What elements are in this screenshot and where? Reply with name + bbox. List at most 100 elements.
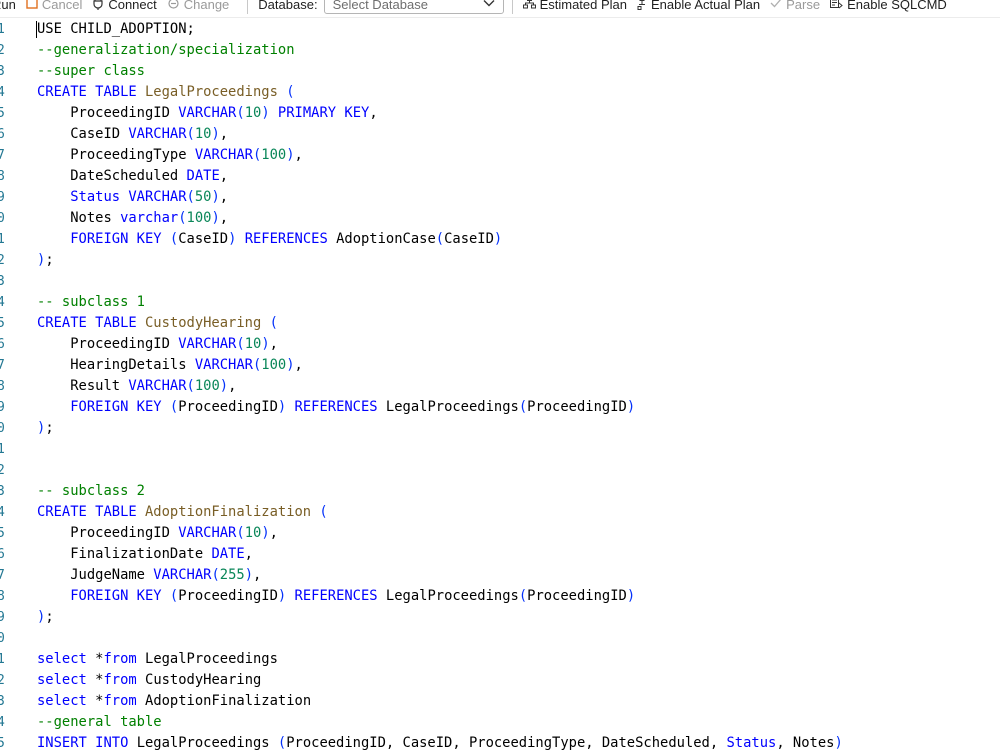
- code-token: ProceedingID: [527, 399, 627, 415]
- code-token: (: [236, 525, 245, 541]
- code-token: ): [261, 336, 270, 352]
- code-token: ,: [219, 189, 229, 205]
- code-token: -- subclass 2: [37, 483, 145, 499]
- code-token: VARCHAR: [128, 126, 187, 142]
- run-button[interactable]: Run: [0, 0, 16, 12]
- code-line[interactable]: 6 FinalizationDate DATE,: [0, 544, 1000, 565]
- line-number: 5: [0, 526, 5, 541]
- code-line[interactable]: 3 select *from AdoptionFinalization: [0, 691, 1000, 712]
- code-token: AdoptionFinalization: [144, 504, 320, 520]
- code-line[interactable]: 5 ProceedingID VARCHAR(10) PRIMARY KEY,: [0, 103, 1000, 124]
- code-line[interactable]: 3 --super class: [0, 61, 1000, 82]
- code-token: ProceedingID: [37, 336, 179, 352]
- connect-button[interactable]: Connect: [92, 0, 157, 12]
- line-number: 4: [0, 505, 5, 520]
- code-token: ): [261, 105, 270, 121]
- code-token: ;: [45, 420, 54, 436]
- code-line[interactable]: 1 USE CHILD_ADOPTION;: [0, 19, 1000, 40]
- code-text: );: [37, 250, 54, 271]
- code-token: (: [169, 399, 179, 415]
- code-token: LegalProceedings: [385, 399, 519, 415]
- plug-icon: [92, 0, 104, 12]
- code-token: HearingDetails: [37, 357, 195, 373]
- code-line[interactable]: 3 -- subclass 2: [0, 481, 1000, 502]
- code-line[interactable]: 6 CaseID VARCHAR(10),: [0, 124, 1000, 145]
- code-token: LegalProceedings: [385, 588, 519, 604]
- code-line[interactable]: 5 ProceedingID VARCHAR(10),: [0, 523, 1000, 544]
- code-token: ProceedingID: [178, 588, 278, 604]
- code-line[interactable]: 2: [0, 460, 1000, 481]
- code-token: VARCHAR: [194, 147, 253, 163]
- code-line[interactable]: 4 CREATE TABLE LegalProceedings (: [0, 82, 1000, 103]
- code-line[interactable]: 7 JudgeName VARCHAR(255),: [0, 565, 1000, 586]
- code-line[interactable]: 8 DateScheduled DATE,: [0, 166, 1000, 187]
- line-number: 6: [0, 127, 5, 142]
- code-line[interactable]: 2);: [0, 250, 1000, 271]
- toolbar-separator: [511, 0, 513, 14]
- code-line[interactable]: 9 Status VARCHAR(50),: [0, 187, 1000, 208]
- code-token: ): [211, 126, 220, 142]
- code-token: (: [211, 567, 220, 583]
- code-token: from: [103, 651, 146, 667]
- code-token: ProceedingID: [37, 105, 179, 121]
- code-token: VARCHAR: [178, 525, 237, 541]
- code-line[interactable]: 9 FOREIGN KEY (ProceedingID) REFERENCES …: [0, 397, 1000, 418]
- code-token: --super class: [37, 63, 145, 79]
- code-line[interactable]: 7 HearingDetails VARCHAR(100),: [0, 355, 1000, 376]
- code-line[interactable]: 0);: [0, 418, 1000, 439]
- code-token: from: [103, 672, 146, 688]
- actual-plan-button[interactable]: Enable Actual Plan: [637, 0, 760, 12]
- code-line[interactable]: 1 select *from LegalProceedings: [0, 649, 1000, 670]
- code-line[interactable]: 6 ProceedingID VARCHAR(10),: [0, 334, 1000, 355]
- code-line[interactable]: 7 ProceedingType VARCHAR(100),: [0, 145, 1000, 166]
- code-token: ProceedingID: [527, 588, 627, 604]
- code-token: ): [244, 567, 253, 583]
- code-text: select *from LegalProceedings: [37, 649, 278, 670]
- code-line[interactable]: 8 Result VARCHAR(100),: [0, 376, 1000, 397]
- plan-icon: [522, 0, 536, 11]
- code-token: CaseID: [37, 126, 129, 142]
- line-number: 3: [0, 274, 5, 289]
- code-line[interactable]: 0: [0, 628, 1000, 649]
- code-token: from: [103, 693, 146, 709]
- code-text: select *from CustodyHearing: [37, 670, 261, 691]
- code-line[interactable]: 5 CREATE TABLE CustodyHearing (: [0, 313, 1000, 334]
- sqlcmd-icon: [830, 0, 843, 11]
- code-text: );: [37, 418, 54, 439]
- code-text: INSERT INTO LegalProceedings (Proceeding…: [37, 733, 843, 750]
- code-line[interactable]: 2 select *from CustodyHearing: [0, 670, 1000, 691]
- code-token: AdoptionCase: [336, 231, 436, 247]
- code-token: 10: [244, 525, 262, 541]
- code-line[interactable]: 8 FOREIGN KEY (ProceedingID) REFERENCES …: [0, 586, 1000, 607]
- code-token: ): [286, 147, 295, 163]
- estimated-plan-button[interactable]: Estimated Plan: [522, 0, 627, 12]
- change-connection-button[interactable]: Change: [167, 0, 229, 12]
- code-line[interactable]: 1: [0, 439, 1000, 460]
- code-line[interactable]: 9);: [0, 607, 1000, 628]
- code-line[interactable]: 2 --generalization/specialization: [0, 40, 1000, 61]
- code-token: varchar: [120, 210, 179, 226]
- code-text: FOREIGN KEY (CaseID) REFERENCES Adoption…: [37, 229, 502, 250]
- code-line[interactable]: 1 FOREIGN KEY (CaseID) REFERENCES Adopti…: [0, 229, 1000, 250]
- sql-code-editor[interactable]: 1 USE CHILD_ADOPTION; 2 --generalization/sp…: [0, 19, 1000, 750]
- code-line[interactable]: 5 INSERT INTO LegalProceedings (Proceedin…: [0, 733, 1000, 750]
- cancel-button[interactable]: Cancel: [26, 0, 82, 12]
- code-text: JudgeName VARCHAR(255),: [37, 565, 261, 586]
- code-token: select: [37, 672, 96, 688]
- line-number: 6: [0, 337, 5, 352]
- code-token: -- subclass 1: [37, 294, 145, 310]
- code-line[interactable]: 4 --general table: [0, 712, 1000, 733]
- database-select[interactable]: Select Database: [323, 0, 504, 14]
- code-token: (: [236, 336, 245, 352]
- line-number: 7: [0, 568, 5, 583]
- code-token: ,: [228, 378, 237, 394]
- code-line[interactable]: 3: [0, 271, 1000, 292]
- line-number: 5: [0, 106, 5, 121]
- database-select-value: Select Database: [332, 0, 428, 12]
- sqlcmd-button[interactable]: Enable SQLCMD: [830, 0, 947, 12]
- code-line[interactable]: 0 Notes varchar(100),: [0, 208, 1000, 229]
- code-line[interactable]: 4 -- subclass 1: [0, 292, 1000, 313]
- parse-button[interactable]: Parse: [770, 0, 820, 12]
- code-line[interactable]: 4 CREATE TABLE AdoptionFinalization (: [0, 502, 1000, 523]
- code-token: (: [435, 231, 445, 247]
